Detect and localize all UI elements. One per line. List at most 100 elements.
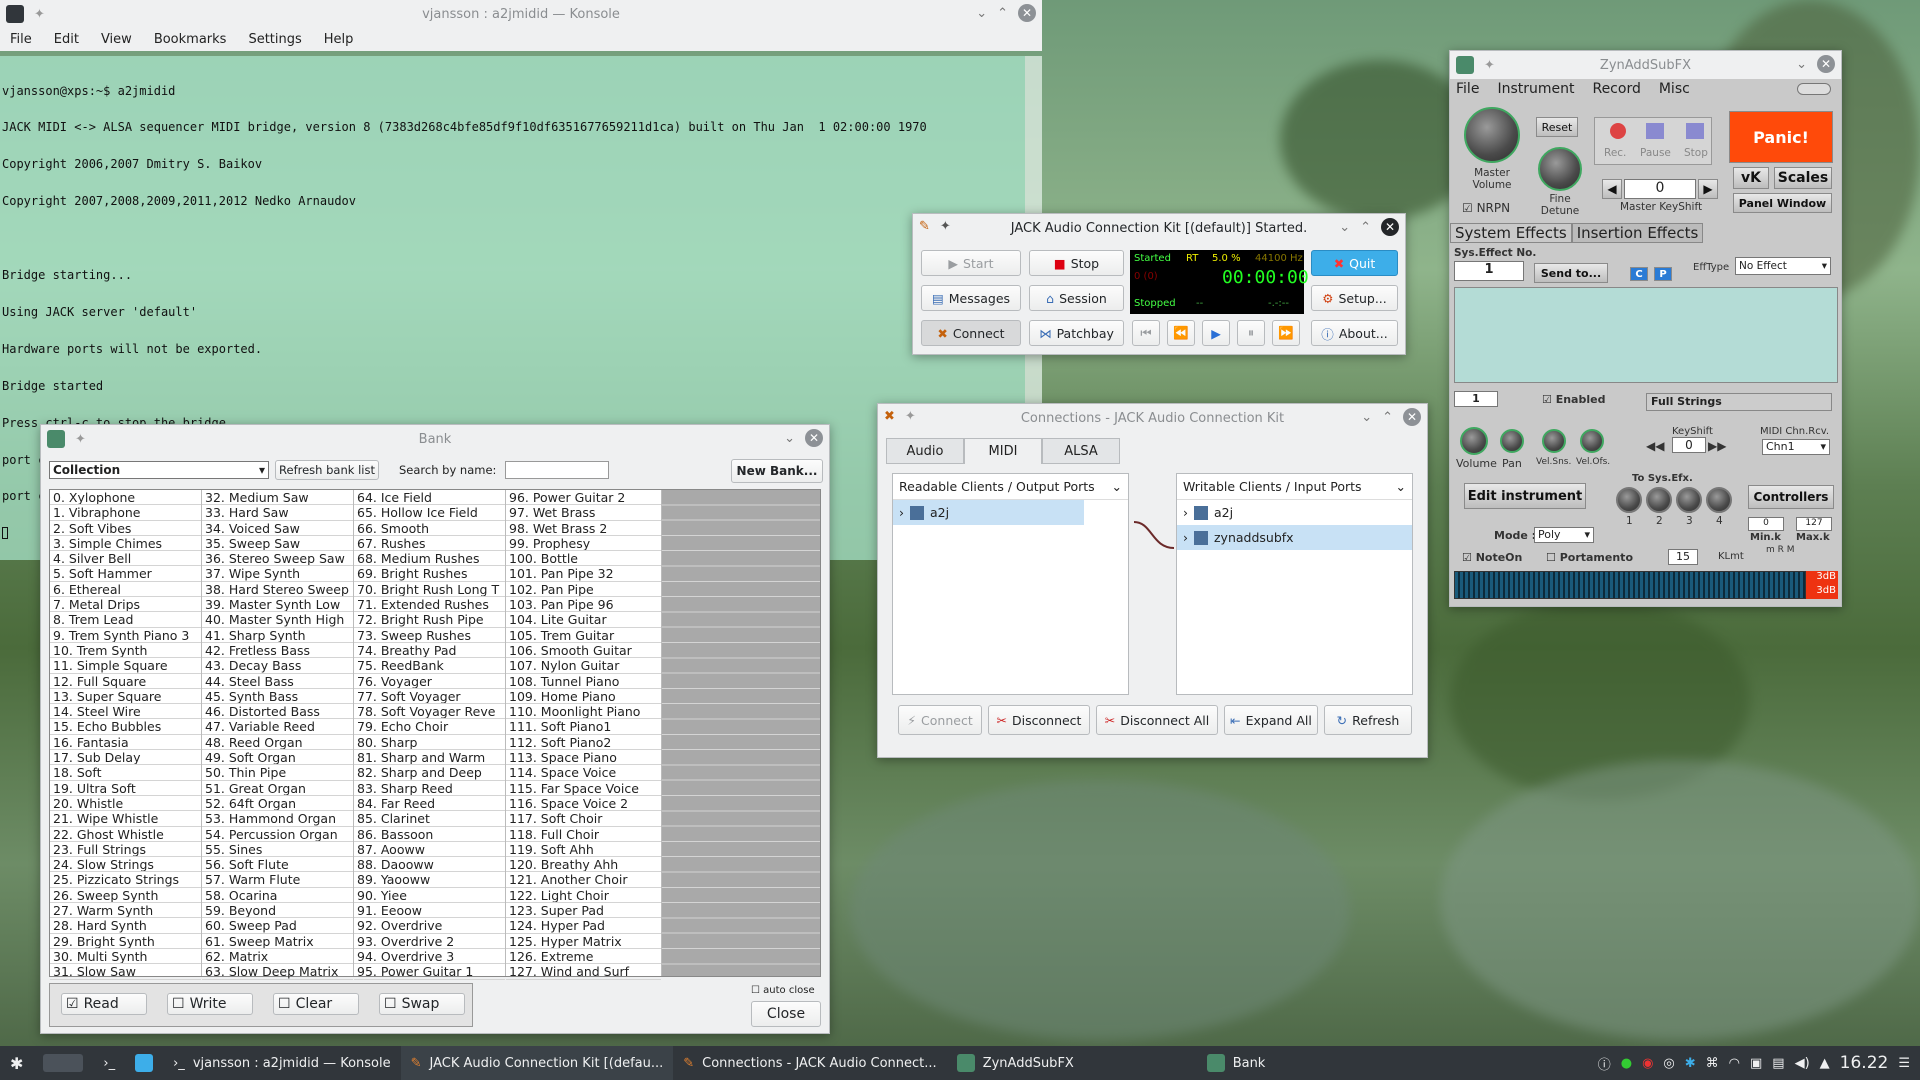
bank-slot[interactable]: 96. Power Guitar 2 xyxy=(506,490,661,506)
bank-slot[interactable]: 24. Slow Strings xyxy=(50,857,201,873)
bank-slot[interactable]: 16. Fantasia xyxy=(50,735,201,751)
bank-slot[interactable]: 3. Simple Chimes xyxy=(50,536,201,552)
rewind-start-button[interactable]: ⏮ xyxy=(1132,320,1160,346)
bank-slot[interactable]: 124. Hyper Pad xyxy=(506,918,661,934)
clear-toggle[interactable]: ☐ Clear xyxy=(273,993,359,1015)
bank-slot[interactable]: 21. Wipe Whistle xyxy=(50,811,201,827)
controllers-button[interactable]: Controllers xyxy=(1748,485,1834,509)
paste-button[interactable]: P xyxy=(1654,267,1672,281)
wifi-icon[interactable]: ◠ xyxy=(1729,1056,1740,1071)
bank-slot[interactable]: 105. Trem Guitar xyxy=(506,628,661,643)
menu-file[interactable]: File xyxy=(10,32,32,47)
bank-slot[interactable]: 112. Soft Piano2 xyxy=(506,735,661,751)
maximize-icon[interactable]: ⌃ xyxy=(1360,220,1371,235)
disconnect-all-button[interactable]: ✂ Disconnect All xyxy=(1096,705,1218,735)
bank-slot[interactable]: 34. Voiced Saw xyxy=(202,521,353,536)
record-icon[interactable] xyxy=(1610,123,1626,139)
bank-slot[interactable]: 91. Eeoow xyxy=(354,903,505,919)
bank-slot[interactable]: 35. Sweep Saw xyxy=(202,536,353,552)
bank-slot[interactable]: 29. Bright Synth xyxy=(50,934,201,949)
bank-slot[interactable]: 62. Matrix xyxy=(202,949,353,965)
bank-slot[interactable]: 27. Warm Synth xyxy=(50,903,201,919)
tab-midi[interactable]: MIDI xyxy=(964,438,1042,464)
tab-audio[interactable]: Audio xyxy=(886,438,964,464)
bank-slot[interactable]: 32. Medium Saw xyxy=(202,490,353,506)
bank-slot[interactable]: 79. Echo Choir xyxy=(354,719,505,735)
tab-system-effects[interactable]: System Effects xyxy=(1450,223,1572,243)
jack-titlebar[interactable]: ✎ ✦ JACK Audio Connection Kit [(default)]… xyxy=(913,214,1405,242)
bank-slot[interactable]: 49. Soft Organ xyxy=(202,750,353,766)
bank-slot[interactable]: 9. Trem Synth Piano 3 xyxy=(50,628,201,643)
status-green-icon[interactable]: ● xyxy=(1621,1056,1632,1071)
mode-select[interactable]: Poly ▾ xyxy=(1534,527,1594,543)
bank-slot[interactable]: 19. Ultra Soft xyxy=(50,781,201,796)
bank-slot[interactable]: 50. Thin Pipe xyxy=(202,765,353,781)
bank-slot[interactable]: 0. Xylophone xyxy=(50,490,201,506)
bank-slot[interactable]: 83. Sharp Reed xyxy=(354,781,505,796)
minimize-icon[interactable]: ⌄ xyxy=(784,431,795,446)
zyn-menu-instrument[interactable]: Instrument xyxy=(1497,81,1574,97)
client-item-a2j-out[interactable]: › a2j xyxy=(893,500,1084,525)
bank-slot[interactable]: 84. Far Reed xyxy=(354,796,505,812)
bank-slot[interactable]: 51. Great Organ xyxy=(202,781,353,796)
close-icon[interactable]: ✕ xyxy=(805,429,823,447)
expand-all-button[interactable]: ⇤ Expand All xyxy=(1224,705,1318,735)
close-icon[interactable]: ✕ xyxy=(1381,218,1399,236)
menu-help[interactable]: Help xyxy=(324,32,354,47)
noteon-checkbox[interactable]: ☑ NoteOn xyxy=(1462,551,1522,564)
zyn-menu-file[interactable]: File xyxy=(1456,81,1479,97)
bank-slot[interactable]: 38. Hard Stereo Sweep xyxy=(202,582,353,598)
bank-slot[interactable]: 11. Simple Square xyxy=(50,658,201,674)
master-keyshift-value[interactable]: 0 xyxy=(1624,179,1696,199)
bank-slot[interactable]: 114. Space Voice xyxy=(506,765,661,781)
bank-slot[interactable]: 104. Lite Guitar xyxy=(506,612,661,628)
reset-button[interactable]: Reset xyxy=(1536,117,1578,137)
bank-slot[interactable]: 43. Decay Bass xyxy=(202,658,353,674)
bank-slot[interactable]: 69. Bright Rushes xyxy=(354,566,505,582)
pin-icon[interactable]: ✦ xyxy=(75,432,86,447)
bank-slot[interactable]: 42. Fretless Bass xyxy=(202,643,353,659)
bank-slot[interactable]: 93. Overdrive 2 xyxy=(354,934,505,949)
bank-slot[interactable]: 115. Far Space Voice xyxy=(506,781,661,796)
bank-slot[interactable]: 7. Metal Drips xyxy=(50,597,201,613)
client-item-zynaddsubfx[interactable]: › zynaddsubfx xyxy=(1177,525,1412,550)
client-item-a2j-in[interactable]: › a2j xyxy=(1177,500,1412,525)
pause-icon[interactable] xyxy=(1646,123,1664,139)
maximize-icon[interactable]: ⌃ xyxy=(997,6,1008,21)
clipboard-icon[interactable]: ▤ xyxy=(1772,1056,1784,1071)
bank-slot[interactable]: 8. Trem Lead xyxy=(50,612,201,628)
bank-slot[interactable]: 109. Home Piano xyxy=(506,689,661,705)
portamento-checkbox[interactable]: ☐ Portamento xyxy=(1546,551,1633,564)
bank-slot[interactable]: 122. Light Choir xyxy=(506,888,661,904)
bank-slot[interactable]: 14. Steel Wire xyxy=(50,704,201,720)
task-zyn[interactable]: ZynAddSubFX xyxy=(947,1046,1197,1080)
clock[interactable]: 16.22 xyxy=(1840,1053,1889,1073)
start-button[interactable]: ▶ Start xyxy=(921,250,1021,276)
part-keyshift-value[interactable]: 0 xyxy=(1672,437,1706,453)
enabled-checkbox[interactable]: ☑ Enabled xyxy=(1542,393,1605,406)
key-m-button[interactable]: m R M xyxy=(1766,545,1795,555)
min-key-value[interactable]: 0 xyxy=(1748,517,1784,531)
bank-slot[interactable]: 107. Nylon Guitar xyxy=(506,658,661,674)
bank-collection-select[interactable]: Collection ▾ xyxy=(49,461,269,479)
bank-slot[interactable]: 40. Master Synth High xyxy=(202,612,353,628)
bank-slot[interactable]: 85. Clarinet xyxy=(354,811,505,827)
bank-slot[interactable]: 52. 64ft Organ xyxy=(202,796,353,812)
keyshift-arrows-left[interactable]: ◀◀ xyxy=(1646,439,1664,453)
bank-slot[interactable]: 74. Breathy Pad xyxy=(354,643,505,659)
bank-slot[interactable]: 117. Soft Choir xyxy=(506,811,661,827)
bank-slot[interactable]: 46. Distorted Bass xyxy=(202,704,353,720)
rewind-button[interactable]: ⏪ xyxy=(1167,320,1195,346)
close-icon[interactable]: ✕ xyxy=(1018,4,1036,22)
pin-icon[interactable]: ✦ xyxy=(905,409,916,424)
bank-slot[interactable]: 94. Overdrive 3 xyxy=(354,949,505,965)
bank-slot[interactable]: 66. Smooth xyxy=(354,521,505,536)
pin-icon[interactable]: ✦ xyxy=(1484,58,1495,73)
bank-slot[interactable]: 92. Overdrive xyxy=(354,918,505,934)
bank-slot[interactable]: 1. Vibraphone xyxy=(50,505,201,521)
tab-alsa[interactable]: ALSA xyxy=(1042,438,1120,464)
file-manager-button[interactable] xyxy=(125,1046,163,1080)
bank-slot[interactable]: 87. Aooww xyxy=(354,842,505,858)
edit-instrument-button[interactable]: Edit instrument xyxy=(1464,483,1586,509)
midi-channel-select[interactable]: Chn1 ▾ xyxy=(1762,439,1830,455)
